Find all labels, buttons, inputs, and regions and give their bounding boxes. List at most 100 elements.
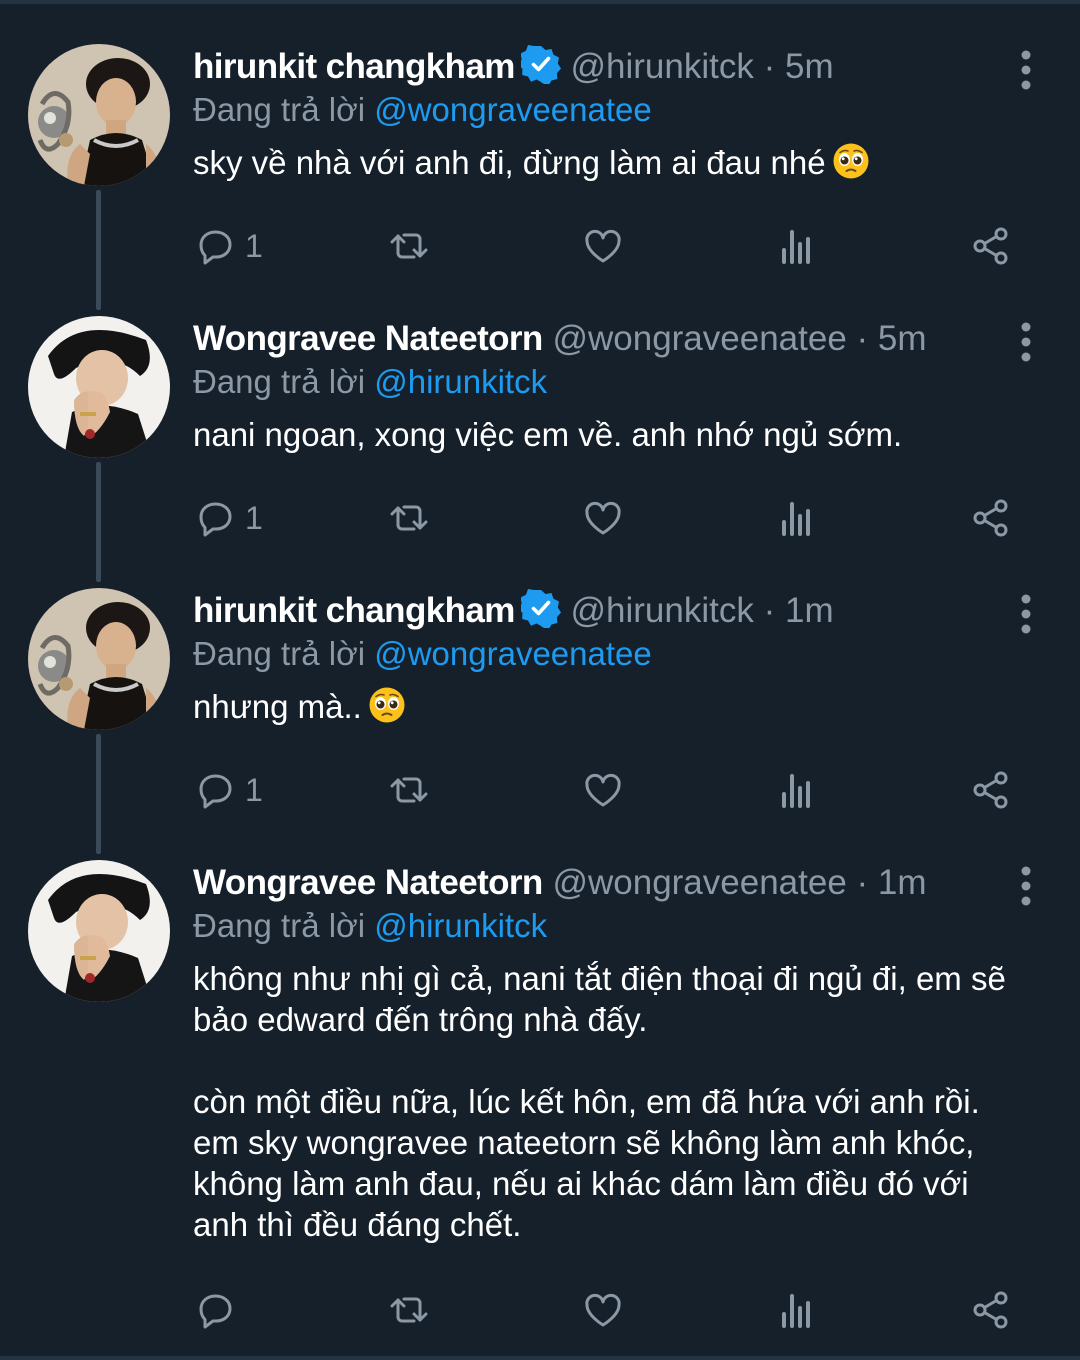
retweet-button[interactable]: [387, 1288, 431, 1332]
reply-button[interactable]: 1: [193, 496, 263, 540]
verified-badge-icon: [521, 44, 561, 84]
tweet-actions: [193, 1288, 1013, 1332]
avatar[interactable]: [28, 860, 170, 1002]
handle[interactable]: @hirunkitck: [571, 47, 754, 86]
more-icon[interactable]: [1020, 594, 1032, 634]
tweet-text: sky về nhà với anh đi, đừng làm ai đau n…: [193, 142, 1040, 183]
more-icon[interactable]: [1020, 322, 1032, 362]
tweet-header: Wongravee Nateetorn @wongraveenatee · 1m: [193, 860, 1040, 906]
display-name[interactable]: hirunkit changkham: [193, 591, 515, 630]
top-divider: [0, 0, 1080, 4]
views-button[interactable]: [775, 1288, 819, 1332]
avatar[interactable]: [28, 44, 170, 186]
tweet-text: nani ngoan, xong việc em về. anh nhớ ngủ…: [193, 414, 1040, 455]
thread-connector: [96, 462, 101, 582]
replying-to: Đang trả lời @hirunkitck: [193, 904, 1040, 948]
retweet-button[interactable]: [387, 224, 431, 268]
display-name[interactable]: Wongravee Nateetorn: [193, 863, 543, 902]
pleading-face-emoji-icon: [368, 686, 406, 724]
pleading-face-emoji-icon: [832, 142, 870, 180]
like-button[interactable]: [581, 1288, 625, 1332]
like-icon: [581, 224, 625, 268]
share-button[interactable]: [969, 1288, 1013, 1332]
tweet-text: nhưng mà..: [193, 686, 1040, 727]
reply-count: 1: [245, 499, 263, 536]
tweet-actions: 1: [193, 768, 1013, 812]
retweet-button[interactable]: [387, 768, 431, 812]
bottom-divider: [0, 1356, 1080, 1360]
more-icon[interactable]: [1020, 50, 1032, 90]
share-icon: [969, 1288, 1013, 1332]
tweet-text-line: nhưng mà..: [193, 688, 362, 725]
mention-link[interactable]: @wongraveenatee: [374, 635, 652, 672]
more-icon[interactable]: [1020, 866, 1032, 906]
tweet-text-line: anh thì đều đáng chết.: [193, 1206, 522, 1243]
share-button[interactable]: [969, 496, 1013, 540]
display-name[interactable]: hirunkit changkham: [193, 47, 515, 86]
verified-badge-icon: [521, 588, 561, 628]
mention-link[interactable]: @hirunkitck: [374, 907, 547, 944]
reply-icon: [193, 768, 237, 812]
tweet-text-line: bảo edward đến trông nhà đấy.: [193, 1001, 648, 1038]
handle[interactable]: @hirunkitck: [571, 591, 754, 630]
like-button[interactable]: [581, 496, 625, 540]
replying-prefix: Đang trả lời: [193, 635, 366, 672]
thread-connector: [96, 190, 101, 310]
separator: ·: [763, 591, 776, 630]
replying-prefix: Đang trả lời: [193, 91, 366, 128]
timestamp[interactable]: 1m: [785, 591, 834, 630]
reply-button[interactable]: 1: [193, 768, 263, 812]
tweet-text-line: không làm anh đau, nếu ai khác dám làm đ…: [193, 1165, 969, 1202]
like-button[interactable]: [581, 224, 625, 268]
handle[interactable]: @wongraveenatee: [552, 319, 846, 358]
tweet-text-line: em sky wongravee nateetorn sẽ không làm …: [193, 1124, 975, 1161]
mention-link[interactable]: @hirunkitck: [374, 363, 547, 400]
mention-link[interactable]: @wongraveenatee: [374, 91, 652, 128]
timestamp[interactable]: 5m: [878, 319, 927, 358]
tweet-text-line: còn một điều nữa, lúc kết hôn, em đã hứa…: [193, 1083, 980, 1120]
like-button[interactable]: [581, 768, 625, 812]
avatar[interactable]: [28, 316, 170, 458]
tweet-text-line: nani ngoan, xong việc em về. anh nhớ ngủ…: [193, 416, 903, 453]
reply-button[interactable]: 1: [193, 224, 263, 268]
handle[interactable]: @wongraveenatee: [552, 863, 846, 902]
views-icon: [775, 768, 819, 812]
views-icon: [775, 496, 819, 540]
views-icon: [775, 1288, 819, 1332]
share-button[interactable]: [969, 768, 1013, 812]
tweet-actions: 1: [193, 496, 1013, 540]
replying-prefix: Đang trả lời: [193, 907, 366, 944]
views-icon: [775, 224, 819, 268]
share-icon: [969, 768, 1013, 812]
timestamp[interactable]: 1m: [878, 863, 927, 902]
views-button[interactable]: [775, 224, 819, 268]
tweet-text-line: không như nhị gì cả, nani tắt điện thoại…: [193, 960, 1006, 997]
reply-icon: [193, 224, 237, 268]
tweet-header: hirunkit changkham @hirunkitck · 1m: [193, 588, 1040, 634]
avatar[interactable]: [28, 588, 170, 730]
tweet-header: Wongravee Nateetorn @wongraveenatee · 5m: [193, 316, 1040, 362]
tweet-actions: 1: [193, 224, 1013, 268]
thread-connector: [96, 734, 101, 854]
retweet-icon: [387, 768, 431, 812]
views-button[interactable]: [775, 496, 819, 540]
separator: ·: [856, 863, 869, 902]
views-button[interactable]: [775, 768, 819, 812]
tweet-header: hirunkit changkham @hirunkitck · 5m: [193, 44, 1040, 90]
replying-prefix: Đang trả lời: [193, 363, 366, 400]
display-name[interactable]: Wongravee Nateetorn: [193, 319, 543, 358]
like-icon: [581, 1288, 625, 1332]
like-icon: [581, 768, 625, 812]
reply-icon: [193, 496, 237, 540]
retweet-button[interactable]: [387, 496, 431, 540]
replying-to: Đang trả lời @wongraveenatee: [193, 632, 1040, 676]
separator: ·: [763, 47, 776, 86]
reply-count: 1: [245, 771, 263, 808]
reply-button[interactable]: [193, 1288, 245, 1332]
share-icon: [969, 496, 1013, 540]
share-button[interactable]: [969, 224, 1013, 268]
reply-icon: [193, 1288, 237, 1332]
tweet-text-line: sky về nhà với anh đi, đừng làm ai đau n…: [193, 144, 826, 181]
timestamp[interactable]: 5m: [785, 47, 834, 86]
